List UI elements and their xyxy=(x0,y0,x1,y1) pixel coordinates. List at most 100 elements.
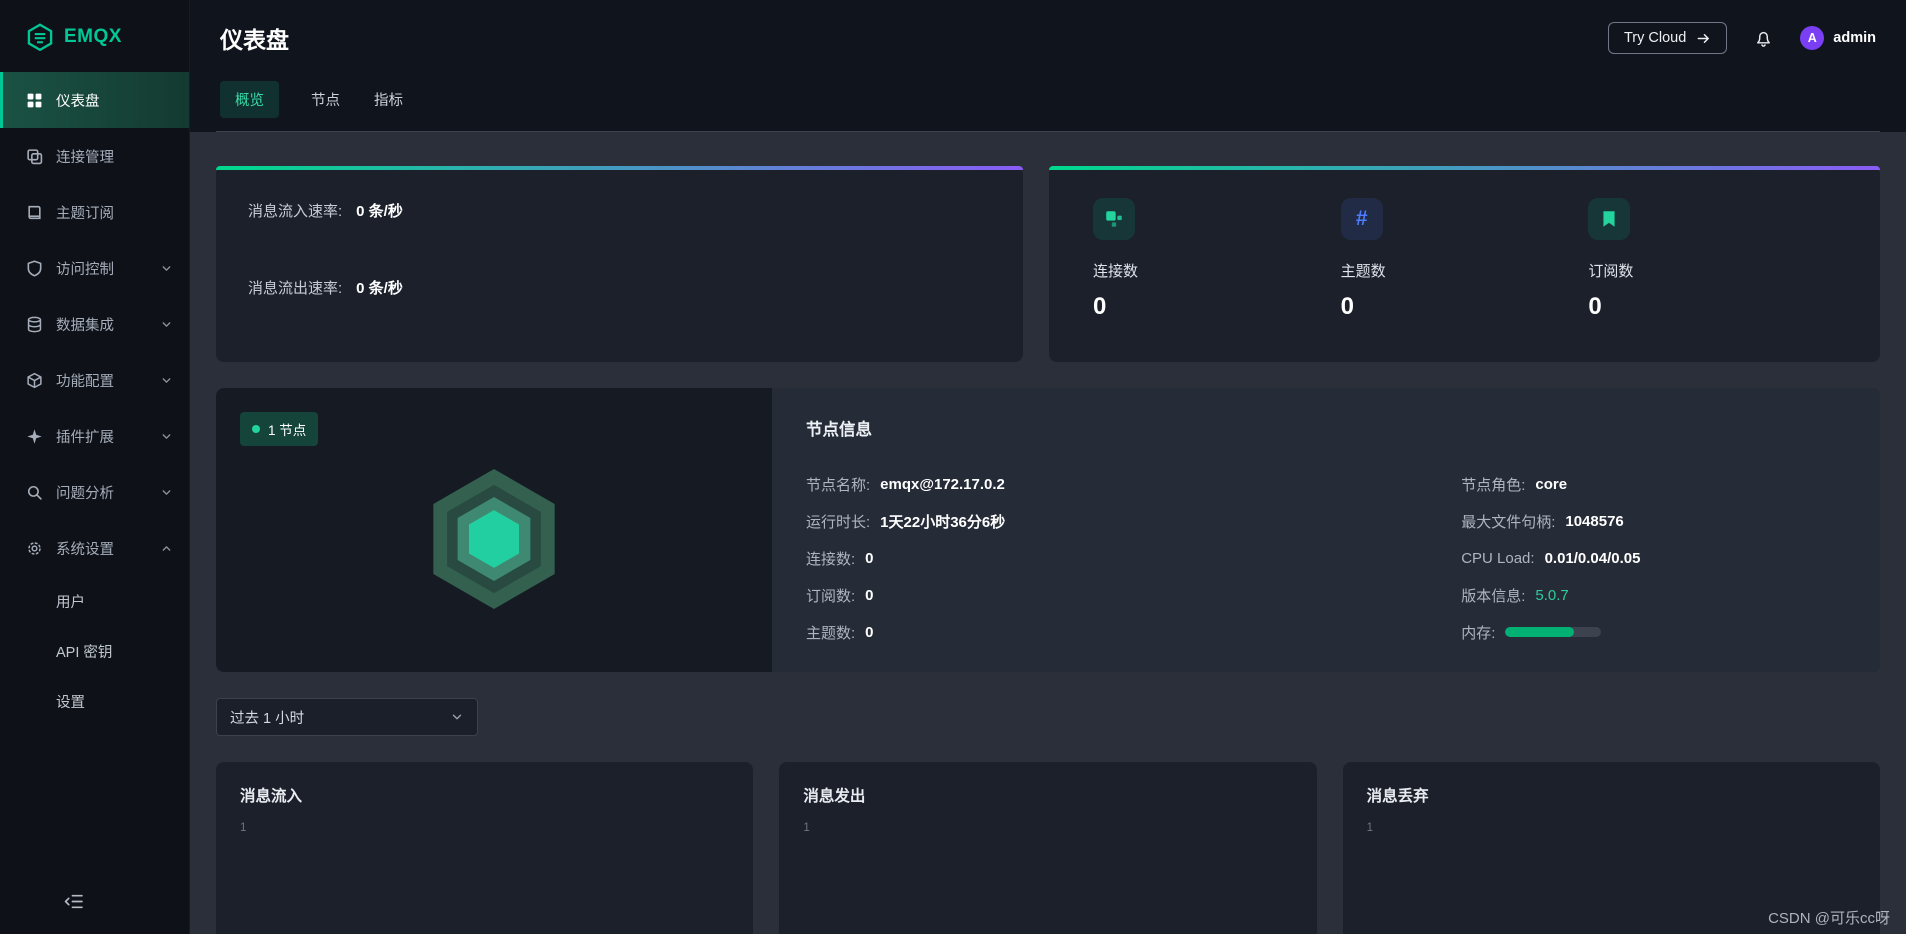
sidebar-item-label: 数据集成 xyxy=(56,317,114,334)
sidebar: EMQX 仪表盘 连接管理 主题订阅 访问控制 数据集成 功能配置 插件扩展 问… xyxy=(0,0,190,934)
page-title: 仪表盘 xyxy=(220,27,289,53)
tab-overview[interactable]: 概览 xyxy=(220,81,279,118)
dashboard-content: 消息流入速率: 0 条/秒 消息流出速率: 0 条/秒 连接数 0 # 主题数 … xyxy=(190,132,1906,934)
status-dot xyxy=(252,425,260,433)
sidebar-item-label: 插件扩展 xyxy=(56,429,114,446)
chart-title: 消息丢弃 xyxy=(1366,788,1429,805)
counts-card: 连接数 0 # 主题数 0 订阅数 0 xyxy=(1049,166,1880,362)
topbar-right: Try Cloud A admin xyxy=(1607,22,1876,54)
field-value: 0 xyxy=(865,549,874,567)
try-cloud-label: Try Cloud xyxy=(1623,30,1687,46)
sidebar-item-system-settings[interactable]: 系统设置 xyxy=(0,520,189,576)
emqx-hexagon-logo xyxy=(433,468,555,609)
sidebar-item-topics[interactable]: 主题订阅 xyxy=(0,184,189,240)
copy-icon xyxy=(26,148,43,165)
node-count-text: 1 节点 xyxy=(268,423,307,438)
node-info-card: 1 节点 节点信息 节点名称: emqx@172.17.0.2 运行时长: 1天… xyxy=(216,388,1880,672)
field-value: 1天22小时36分6秒 xyxy=(880,513,1006,531)
sub-item-label: API 密钥 xyxy=(56,644,113,661)
sidebar-item-label: 仪表盘 xyxy=(56,93,100,110)
topics-stat: # 主题数 0 xyxy=(1340,198,1589,330)
field-value: 1048576 xyxy=(1565,512,1624,530)
sidebar-subitem-settings[interactable]: 设置 xyxy=(0,676,189,726)
sidebar-subitem-users[interactable]: 用户 xyxy=(0,576,189,626)
message-in-rate-row: 消息流入速率: 0 条/秒 xyxy=(248,200,991,221)
connections-label: 连接数 xyxy=(1093,263,1139,280)
hash-icon: # xyxy=(1355,207,1368,230)
bell-icon[interactable] xyxy=(1753,27,1774,49)
app-window: EMQX 仪表盘 连接管理 主题订阅 访问控制 数据集成 功能配置 插件扩展 问… xyxy=(0,0,1906,934)
topbar: 仪表盘 Try Cloud A admin xyxy=(190,0,1906,76)
field-label: 运行时长: xyxy=(806,513,871,531)
user-menu[interactable]: A admin xyxy=(1800,26,1876,50)
emqx-hexagon-icon xyxy=(26,23,54,51)
message-out-rate-row: 消息流出速率: 0 条/秒 xyxy=(248,277,991,298)
field-label: 节点名称: xyxy=(806,476,871,494)
subscriptions-stat: 订阅数 0 xyxy=(1588,198,1836,330)
chevron-down-icon xyxy=(450,710,464,724)
subscriptions-label: 订阅数 xyxy=(1588,263,1634,280)
tab-metrics[interactable]: 指标 xyxy=(372,81,405,118)
uptime-row: 运行时长: 1天22小时36分6秒 xyxy=(806,511,1461,531)
topics-row: 主题数: 0 xyxy=(806,622,1461,642)
sidebar-item-label: 功能配置 xyxy=(56,373,114,390)
main-area: 仪表盘 Try Cloud A admin 概览 节点 指标 消息流入速率: 0… xyxy=(190,0,1906,934)
field-label: 节点角色: xyxy=(1461,476,1526,494)
node-visual-panel: 1 节点 xyxy=(216,388,772,672)
time-range-select[interactable]: 过去 1 小时 xyxy=(216,698,478,736)
field-label: CPU Load: xyxy=(1461,549,1535,567)
message-in-rate-value: 0 条/秒 xyxy=(356,203,403,220)
sidebar-item-access-control[interactable]: 访问控制 xyxy=(0,240,189,296)
connections-value: 0 xyxy=(1093,293,1107,320)
gear-icon xyxy=(26,540,43,557)
tabs-bar: 概览 节点 指标 xyxy=(190,76,1906,132)
field-label: 内存: xyxy=(1461,624,1496,642)
field-value: core xyxy=(1535,475,1568,493)
sub-item-label: 用户 xyxy=(56,594,85,611)
node-count-badge: 1 节点 xyxy=(240,412,319,446)
chart-ytick: 1 xyxy=(1366,822,1374,834)
connections-icon xyxy=(1104,209,1124,229)
message-in-rate-label: 消息流入速率: xyxy=(248,203,343,220)
chevron-up-icon xyxy=(160,542,173,555)
arrow-right-icon xyxy=(1696,31,1711,46)
chevron-down-icon xyxy=(160,262,173,275)
message-rate-card: 消息流入速率: 0 条/秒 消息流出速率: 0 条/秒 xyxy=(216,166,1023,362)
sidebar-collapse-button[interactable] xyxy=(0,873,189,934)
sidebar-item-connections[interactable]: 连接管理 xyxy=(0,128,189,184)
sidebar-item-plugins[interactable]: 插件扩展 xyxy=(0,408,189,464)
chart-ytick: 1 xyxy=(240,822,247,834)
emqx-logo[interactable]: EMQX xyxy=(0,0,189,72)
try-cloud-button[interactable]: Try Cloud xyxy=(1607,22,1728,54)
messages-in-chart-card: 消息流入 1 xyxy=(216,762,754,934)
sidebar-item-data-integration[interactable]: 数据集成 xyxy=(0,296,189,352)
sidebar-item-feature-config[interactable]: 功能配置 xyxy=(0,352,189,408)
field-value: emqx@172.17.0.2 xyxy=(880,475,1005,493)
version-link[interactable]: 5.0.7 xyxy=(1535,587,1568,604)
sidebar-item-label: 连接管理 xyxy=(56,149,114,166)
database-icon xyxy=(26,316,43,333)
subscriptions-icon-tile xyxy=(1588,198,1631,240)
field-label: 订阅数: xyxy=(806,587,856,605)
book-icon xyxy=(26,204,43,221)
field-value: 0.01/0.04/0.05 xyxy=(1544,549,1641,567)
topics-value: 0 xyxy=(1340,293,1355,320)
chevron-down-icon xyxy=(160,318,173,331)
sidebar-item-dashboard[interactable]: 仪表盘 xyxy=(0,72,189,128)
logo-text: EMQX xyxy=(64,26,122,47)
topics-label: 主题数 xyxy=(1340,263,1386,280)
topics-icon-tile: # xyxy=(1340,198,1383,240)
subscriptions-icon xyxy=(1599,209,1619,229)
avatar: A xyxy=(1800,26,1825,50)
field-label: 连接数: xyxy=(806,550,856,568)
tab-nodes[interactable]: 节点 xyxy=(309,81,342,118)
sidebar-subitem-api-keys[interactable]: API 密钥 xyxy=(0,626,189,676)
sparkle-icon xyxy=(26,428,43,445)
memory-bar-fill xyxy=(1505,627,1575,637)
field-value: 0 xyxy=(865,623,874,641)
version-row: 版本信息: 5.0.7 xyxy=(1461,585,1846,605)
sidebar-item-diagnose[interactable]: 问题分析 xyxy=(0,464,189,520)
top-cards-row: 消息流入速率: 0 条/秒 消息流出速率: 0 条/秒 连接数 0 # 主题数 … xyxy=(216,166,1880,362)
chart-ytick: 1 xyxy=(803,822,810,834)
dashboard-icon xyxy=(26,92,43,109)
